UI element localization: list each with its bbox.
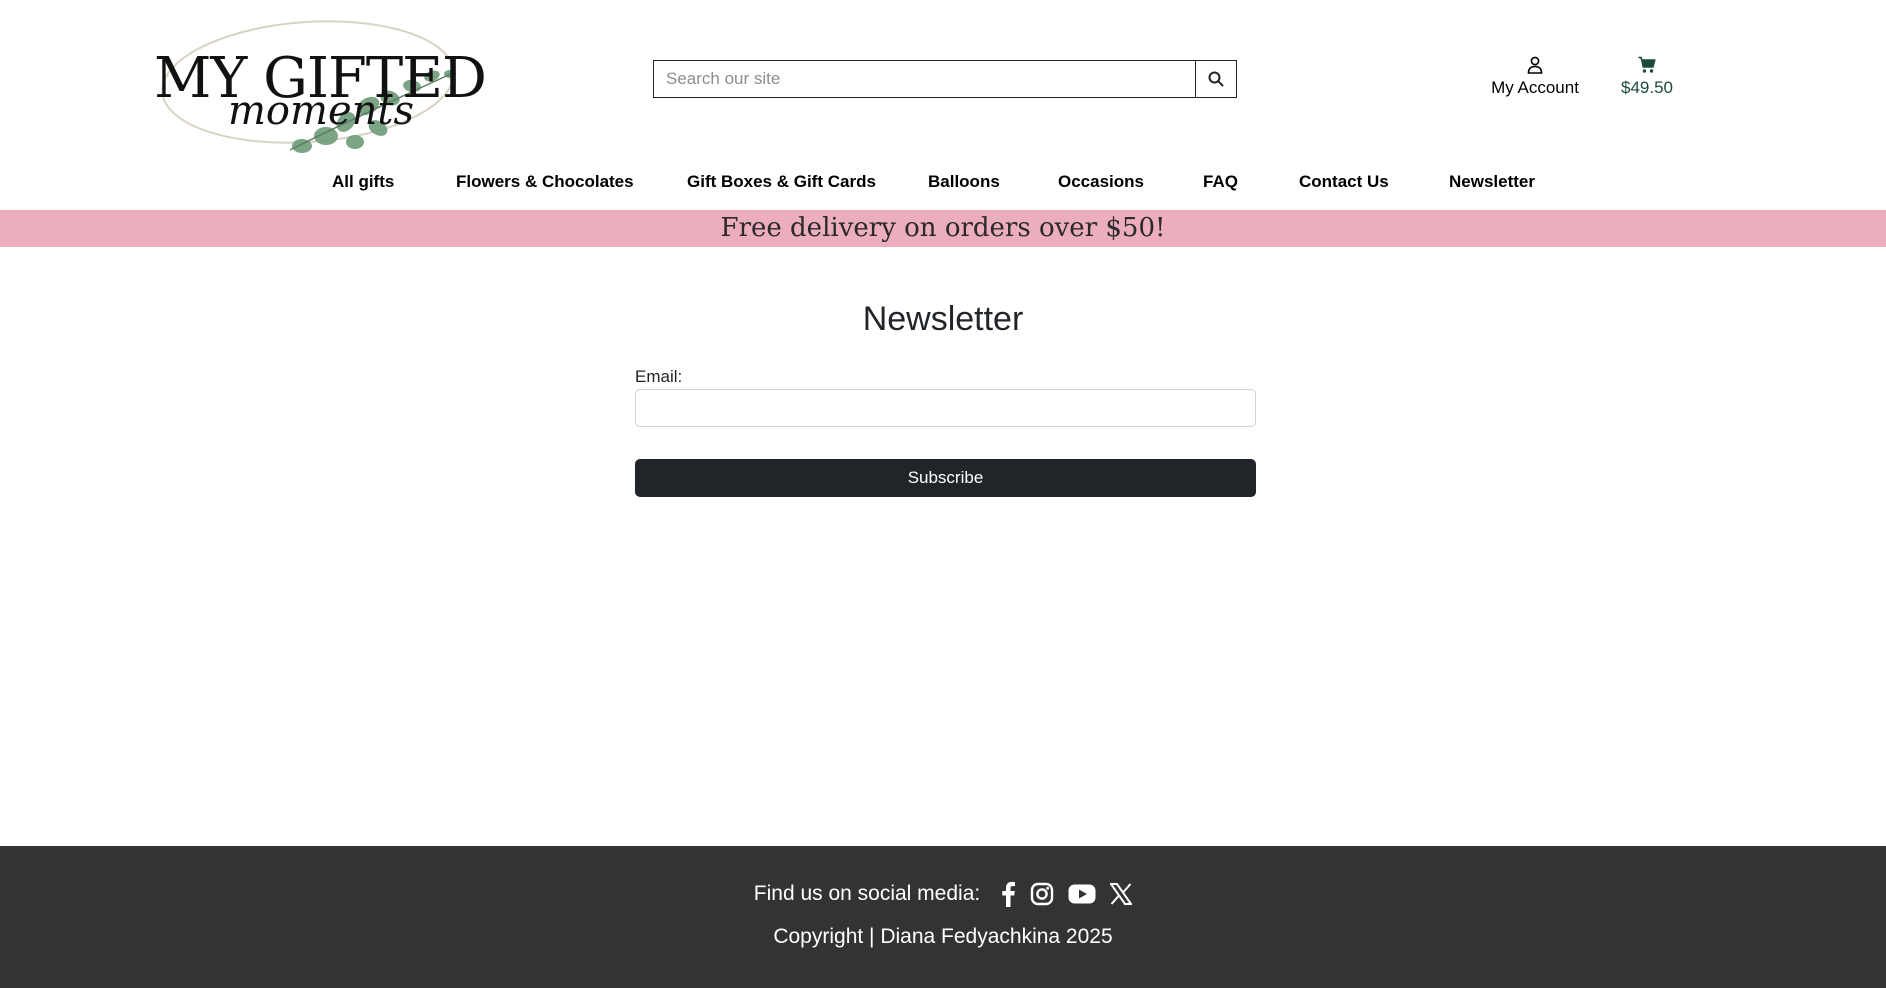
- facebook-icon[interactable]: [1000, 880, 1016, 908]
- user-icon: [1527, 56, 1543, 74]
- nav-item-flowers-chocolates[interactable]: Flowers & Chocolates: [456, 172, 634, 192]
- nav-item-newsletter[interactable]: Newsletter: [1449, 172, 1535, 192]
- nav-item-all-gifts[interactable]: All gifts: [332, 172, 394, 192]
- email-label: Email:: [635, 367, 683, 386]
- social-links: Find us on social media:: [0, 880, 1886, 908]
- x-icon[interactable]: [1110, 880, 1133, 908]
- site-footer: Find us on social media: Copyright | Dia…: [0, 846, 1886, 988]
- promo-banner: Free delivery on orders over $50!: [0, 210, 1886, 247]
- search-input[interactable]: [653, 60, 1195, 98]
- nav-item-occasions[interactable]: Occasions: [1058, 172, 1144, 192]
- my-account-label: My Account: [1491, 78, 1579, 97]
- nav-item-faq[interactable]: FAQ: [1203, 172, 1238, 192]
- site-logo[interactable]: MY GIFTED moments: [150, 10, 487, 158]
- social-label: Find us on social media:: [753, 882, 981, 905]
- logo-text-script: moments: [228, 88, 414, 134]
- cart-icon: [1638, 56, 1656, 73]
- copyright-text: Copyright | Diana Fedyachkina 2025: [773, 925, 1113, 948]
- search-button[interactable]: [1195, 60, 1237, 98]
- nav-item-balloons[interactable]: Balloons: [928, 172, 1000, 192]
- page-title: Newsletter: [862, 300, 1024, 338]
- cart-link[interactable]: $49.50: [1612, 56, 1682, 98]
- email-field[interactable]: [635, 389, 1256, 427]
- search-bar: [653, 60, 1237, 98]
- instagram-icon[interactable]: [1030, 880, 1054, 908]
- subscribe-button[interactable]: Subscribe: [635, 459, 1256, 497]
- cart-total: $49.50: [1621, 78, 1673, 97]
- my-account-link[interactable]: My Account: [1480, 56, 1590, 98]
- main-nav: All gifts Flowers & Chocolates Gift Boxe…: [0, 172, 1886, 202]
- youtube-icon[interactable]: [1068, 880, 1096, 908]
- nav-item-gift-boxes[interactable]: Gift Boxes & Gift Cards: [687, 172, 876, 192]
- nav-item-contact-us[interactable]: Contact Us: [1299, 172, 1389, 192]
- search-icon: [1208, 71, 1224, 87]
